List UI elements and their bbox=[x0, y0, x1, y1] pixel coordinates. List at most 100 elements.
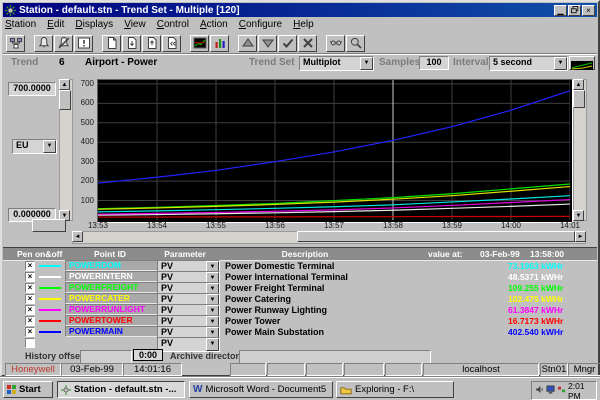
cancel-icon[interactable] bbox=[298, 35, 317, 52]
pen-checkbox[interactable]: × bbox=[25, 283, 35, 293]
x-tick-label: 14:01 bbox=[555, 221, 585, 230]
corner-button[interactable] bbox=[32, 219, 66, 232]
pen-checkbox[interactable]: × bbox=[25, 261, 35, 271]
scroll-down-icon[interactable]: ▼ bbox=[573, 210, 584, 221]
minimize-button[interactable]: ▁ bbox=[554, 5, 567, 16]
left-scrollbar[interactable]: ▲ ▼ bbox=[59, 79, 73, 221]
page-icon[interactable] bbox=[102, 35, 121, 52]
restore-button[interactable] bbox=[568, 5, 581, 16]
chevron-down-icon[interactable]: ▼ bbox=[360, 57, 373, 70]
chevron-down-icon[interactable]: ▼ bbox=[206, 338, 219, 351]
parameter-select[interactable]: PV▼ bbox=[157, 337, 220, 352]
pen-value: 402.540 kWHr bbox=[508, 327, 563, 337]
scrollbar-thumb[interactable] bbox=[297, 231, 575, 242]
history-offset-input[interactable] bbox=[80, 350, 132, 364]
network-icon[interactable] bbox=[557, 385, 566, 396]
pen-checkbox[interactable]: × bbox=[25, 294, 35, 304]
trend-display-icon[interactable] bbox=[190, 35, 209, 52]
group-display-icon[interactable] bbox=[210, 35, 229, 52]
archive-directory-input[interactable] bbox=[239, 350, 431, 364]
x-tick-label: 13:53 bbox=[83, 221, 113, 230]
trend-title: Airport - Power bbox=[85, 57, 157, 68]
point-id-field[interactable]: POWERFREIGHT bbox=[65, 282, 158, 293]
pen-checkbox[interactable] bbox=[25, 338, 35, 348]
right-scrollbar[interactable]: ▲ ▼ bbox=[573, 79, 587, 221]
pen-value: 61.3847 kWHr bbox=[508, 305, 563, 315]
parameter-value: PV bbox=[161, 261, 173, 271]
time-scrollbar[interactable]: ◄ ► bbox=[72, 231, 586, 244]
x-tick-label: 13:57 bbox=[319, 221, 349, 230]
pen-checkbox[interactable]: × bbox=[25, 272, 35, 282]
acknowledge-icon[interactable] bbox=[326, 35, 345, 52]
scroll-up-icon[interactable]: ▲ bbox=[59, 79, 70, 90]
interval-label: Interval bbox=[453, 57, 489, 68]
parameter-value: PV bbox=[161, 272, 173, 282]
accept-icon[interactable] bbox=[278, 35, 297, 52]
point-id-field[interactable]: POWERRUNLIGHT bbox=[65, 304, 158, 315]
alarm-icon[interactable] bbox=[34, 35, 53, 52]
start-button[interactable]: Start bbox=[3, 381, 53, 398]
display-icon[interactable] bbox=[546, 385, 555, 396]
point-id-field[interactable]: POWERINTERN bbox=[65, 271, 158, 282]
scrollbar-thumb[interactable] bbox=[59, 90, 71, 110]
unit-select[interactable]: EU ▼ bbox=[12, 139, 57, 154]
table-row: ×POWERDOMPV▼Power Domestic Terminal73.19… bbox=[3, 260, 597, 271]
page-previous-icon[interactable] bbox=[162, 35, 181, 52]
pen-checkbox[interactable]: × bbox=[25, 316, 35, 326]
chevron-down-icon[interactable]: ▼ bbox=[43, 140, 56, 153]
trend-set-select[interactable]: Multiplot ▼ bbox=[299, 56, 374, 71]
y-tick-label: 100 bbox=[72, 196, 94, 205]
menu-action[interactable]: Action bbox=[200, 19, 228, 30]
trend-number-field[interactable]: 6 bbox=[59, 57, 65, 68]
task-station[interactable]: Station - default.stn -... bbox=[57, 381, 185, 398]
lower-icon[interactable] bbox=[258, 35, 277, 52]
interval-value: 5 second bbox=[493, 57, 532, 67]
pen-description: Power Freight Terminal bbox=[225, 283, 324, 293]
alarm-suppress-icon[interactable] bbox=[54, 35, 73, 52]
pen-checkbox[interactable]: × bbox=[25, 305, 35, 315]
start-label: Start bbox=[19, 382, 41, 397]
menu-control[interactable]: Control bbox=[157, 19, 189, 30]
status-cell-empty bbox=[306, 363, 343, 376]
col-description: Description bbox=[225, 249, 385, 259]
volume-icon[interactable] bbox=[535, 385, 544, 396]
status-time: 14:01:16 bbox=[123, 363, 182, 376]
scroll-right-icon[interactable]: ► bbox=[575, 231, 586, 242]
point-id-field[interactable]: POWERMAIN bbox=[65, 326, 158, 337]
task-exploring[interactable]: Exploring - F:\ bbox=[336, 381, 454, 398]
trend-set-detail-button[interactable] bbox=[569, 56, 595, 70]
alarm-message-icon[interactable] bbox=[74, 35, 93, 52]
page-down-icon[interactable] bbox=[122, 35, 141, 52]
task-word[interactable]: W Microsoft Word - Document5 bbox=[189, 381, 333, 398]
scale-max-field[interactable]: 700.0000 bbox=[8, 82, 56, 96]
pen-checkbox[interactable]: × bbox=[25, 327, 35, 337]
scrollbar-thumb[interactable] bbox=[573, 90, 585, 108]
station-icon[interactable] bbox=[6, 35, 25, 52]
menu-displays[interactable]: Displays bbox=[75, 19, 113, 30]
col-point-id: Point ID bbox=[65, 249, 155, 259]
point-id-field[interactable]: POWERDOM bbox=[65, 260, 158, 271]
point-id-field[interactable]: POWERTOWER bbox=[65, 315, 158, 326]
pen-table-rows: ×POWERDOMPV▼Power Domestic Terminal73.19… bbox=[3, 260, 597, 348]
menu-station[interactable]: Station bbox=[5, 19, 36, 30]
menu-view[interactable]: View bbox=[124, 19, 146, 30]
offset-time-box: 0:00 bbox=[133, 349, 163, 361]
raise-icon[interactable] bbox=[238, 35, 257, 52]
trend-plot[interactable] bbox=[97, 79, 573, 223]
status-cell-empty bbox=[385, 363, 422, 376]
chevron-down-icon[interactable]: ▼ bbox=[554, 57, 567, 70]
menu-help[interactable]: Help bbox=[293, 19, 314, 30]
page-up-icon[interactable] bbox=[142, 35, 161, 52]
interval-select[interactable]: 5 second ▼ bbox=[489, 56, 568, 71]
point-id-field[interactable]: POWERCATER bbox=[65, 293, 158, 304]
history-offset-label: History offset bbox=[25, 351, 83, 361]
find-icon[interactable] bbox=[346, 35, 365, 52]
table-row: ×POWERMAINPV▼Power Main Substation402.54… bbox=[3, 326, 597, 337]
scroll-up-icon[interactable]: ▲ bbox=[573, 79, 584, 90]
menu-configure[interactable]: Configure bbox=[239, 19, 282, 30]
menu-edit[interactable]: Edit bbox=[47, 19, 64, 30]
value-at-date: 03-Feb-99 bbox=[480, 249, 520, 259]
samples-input[interactable]: 100 bbox=[419, 56, 449, 70]
close-button[interactable]: × bbox=[582, 5, 595, 16]
scroll-left-icon[interactable]: ◄ bbox=[72, 231, 83, 242]
